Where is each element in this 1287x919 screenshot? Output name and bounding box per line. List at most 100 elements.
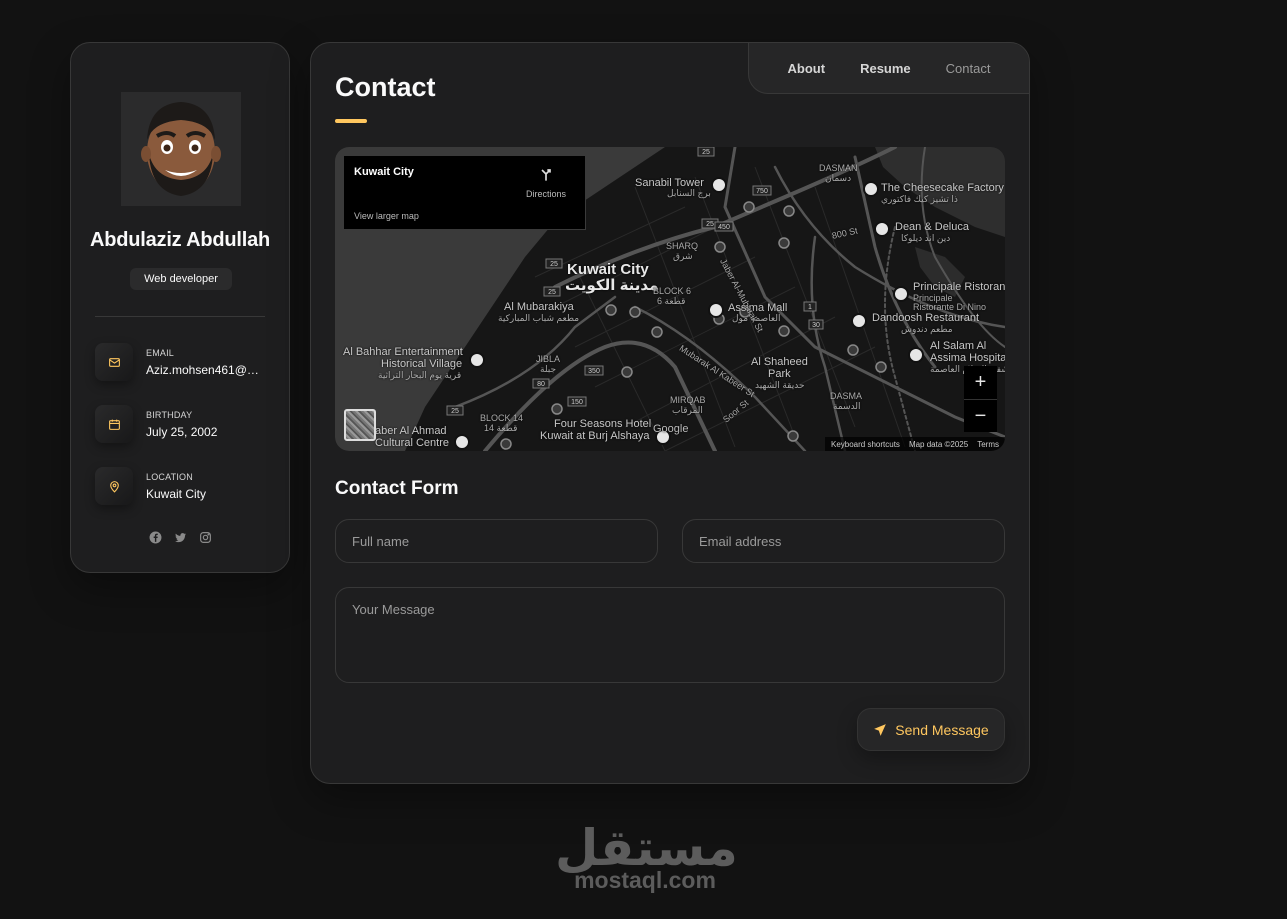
- nav-contact[interactable]: Contact: [946, 61, 991, 76]
- contact-birthday: BIRTHDAY July 25, 2002: [95, 405, 275, 445]
- road-450: 450: [718, 224, 730, 231]
- road-80: 80: [537, 381, 545, 388]
- email-input[interactable]: Email address: [682, 519, 1005, 563]
- directions-icon: [541, 169, 551, 181]
- contact-email: EMAIL Aziz.mohsen461@gmail.com: [95, 343, 275, 383]
- google-logo: Google: [653, 423, 689, 435]
- contact-location: LOCATION Kuwait City: [95, 467, 275, 507]
- view-larger-map-link[interactable]: View larger map: [354, 211, 419, 221]
- map-label-albahar2: Historical Village: [381, 358, 463, 370]
- satellite-toggle[interactable]: [344, 409, 376, 441]
- map-label-block6: BLOCK 6: [653, 286, 692, 296]
- directions-button[interactable]: Directions: [521, 166, 571, 199]
- map-label-cheesecake: The Cheesecake Factory: [881, 182, 1004, 194]
- divider: [95, 316, 265, 317]
- map-label-jibla-ar: جبلة: [540, 364, 557, 374]
- road-25-c: 25: [548, 289, 556, 296]
- map-label-alshaheed2: Park: [768, 368, 791, 380]
- map-label-dasma-ar: الدسمة: [833, 401, 861, 411]
- zoom-out-button[interactable]: −: [964, 400, 997, 433]
- embedded-map[interactable]: 25 750 25 450 25 25 350 80 150 25 1 30 K…: [335, 147, 1005, 451]
- top-navbar: About Resume Contact: [748, 43, 1029, 94]
- map-label-dean: Dean & Deluca: [895, 221, 969, 233]
- map-label-kuwait-city-ar: مدينة الكويت: [565, 277, 659, 294]
- road-150: 150: [571, 399, 583, 406]
- map-place-name: Kuwait City: [354, 166, 414, 178]
- birthday-label: BIRTHDAY: [146, 410, 193, 420]
- send-icon: [874, 723, 887, 736]
- map-label-mirqab-ar: المرقاب: [672, 405, 703, 415]
- map-label-cheesecake-ar: ذا تشيز كيك فاكتوري: [881, 194, 958, 204]
- map-label-alsalam2: Assima Hospital: [930, 352, 1005, 364]
- map-label-jibla: JIBLA: [536, 354, 561, 364]
- message-textarea[interactable]: Your Message: [335, 587, 1005, 683]
- contact-form-title: Contact Form: [335, 478, 459, 499]
- map-place-card: Kuwait City Directions View larger map: [343, 155, 586, 230]
- job-title-badge: Web developer: [130, 268, 232, 290]
- zoom-controls: + −: [964, 366, 997, 432]
- zoom-in-button[interactable]: +: [964, 366, 997, 399]
- email-label: EMAIL: [146, 348, 175, 358]
- page-title: Contact: [335, 72, 436, 102]
- map-label-albahar: Al Bahhar Entertainment: [343, 346, 463, 358]
- map-label-principale: Principale Ristoran: [913, 281, 1005, 293]
- road-30: 30: [812, 322, 820, 329]
- road-25-a: 25: [702, 149, 710, 156]
- map-footer: Keyboard shortcuts Map data ©2025 Terms: [825, 437, 1005, 451]
- watermark-latin: mostaql.com: [574, 867, 716, 893]
- location-pin-icon: [95, 467, 133, 505]
- map-label-dasma: DASMA: [830, 391, 863, 401]
- profile-sidebar: Abdulaziz Abdullah Web developer EMAIL A…: [70, 42, 290, 573]
- map-label-alshaheed-ar: حديقة الشهيد: [755, 380, 805, 390]
- map-label-sanabil-ar: برج السنابل: [667, 188, 711, 198]
- map-label-mirqab: MIRQAB: [670, 395, 706, 405]
- map-data-credit: Map data ©2025: [908, 439, 969, 449]
- map-label-dasman-ar: دسمان: [825, 173, 852, 183]
- map-label-sharq-ar: شرق: [673, 251, 693, 261]
- fullname-input[interactable]: Full name: [335, 519, 658, 563]
- map-label-albahar-ar: قرية يوم البحار التراثية: [378, 370, 462, 380]
- send-message-button[interactable]: Send Message: [857, 708, 1005, 751]
- profile-name: Abdulaziz Abdullah: [89, 229, 271, 251]
- map-label-alahmad: aber Al Ahmad: [375, 425, 447, 437]
- watermark: مستقل mostaql.com: [555, 822, 739, 893]
- instagram-icon[interactable]: [199, 531, 212, 544]
- nav-about[interactable]: About: [788, 61, 826, 76]
- map-label-block14-ar: قطعة 14: [484, 423, 518, 433]
- terms-link[interactable]: Terms: [977, 440, 999, 449]
- title-underline: [335, 119, 367, 123]
- road-350: 350: [588, 368, 600, 375]
- map-label-dean-ar: دين اند ديلوكا: [901, 233, 951, 243]
- map-label-alshaheed: Al Shaheed: [751, 356, 808, 368]
- directions-label: Directions: [525, 189, 566, 199]
- send-message-label: Send Message: [895, 721, 989, 738]
- nav-resume[interactable]: Resume: [860, 61, 911, 76]
- map-label-almubarakiya: Al Mubarakiya: [504, 301, 574, 313]
- map-label-block6-ar: قطعة 6: [657, 296, 686, 306]
- road-25-d: 25: [550, 261, 558, 268]
- map-label-almubarakiya-ar: مطعم شباب المباركية: [498, 313, 580, 323]
- map-label-dandoosh: Dandoosh Restaurant: [872, 312, 980, 324]
- location-value: Kuwait City: [146, 487, 207, 501]
- keyboard-shortcuts-link[interactable]: Keyboard shortcuts: [831, 440, 900, 449]
- map-label-dandoosh-ar: مطعم دندوش: [901, 324, 953, 334]
- twitter-icon[interactable]: [174, 531, 187, 544]
- map-label-fourseasons2: Kuwait at Burj Alshaya: [540, 430, 650, 442]
- map-label-alsalam: Al Salam Al: [930, 340, 987, 352]
- map-label-principale-sub2: Ristorante Di Nino: [913, 302, 987, 312]
- road-25-b: 25: [706, 221, 714, 228]
- map-label-block14: BLOCK 14: [480, 413, 524, 423]
- social-links: [71, 531, 289, 544]
- map-label-sharq: SHARQ: [666, 241, 699, 251]
- facebook-icon[interactable]: [149, 531, 162, 544]
- map-label-alahmad2: Cultural Centre: [375, 437, 449, 449]
- calendar-icon: [95, 405, 133, 443]
- map-label-fourseasons: Four Seasons Hotel: [554, 418, 652, 430]
- mail-icon: [95, 343, 133, 381]
- location-label: LOCATION: [146, 472, 193, 482]
- road-25-e: 25: [451, 408, 459, 415]
- email-value[interactable]: Aziz.mohsen461@gmail.com: [146, 363, 264, 377]
- road-750: 750: [756, 188, 768, 195]
- contact-panel: About Resume Contact Contact 25 750 25 4…: [310, 42, 1030, 784]
- road-1: 1: [808, 304, 812, 311]
